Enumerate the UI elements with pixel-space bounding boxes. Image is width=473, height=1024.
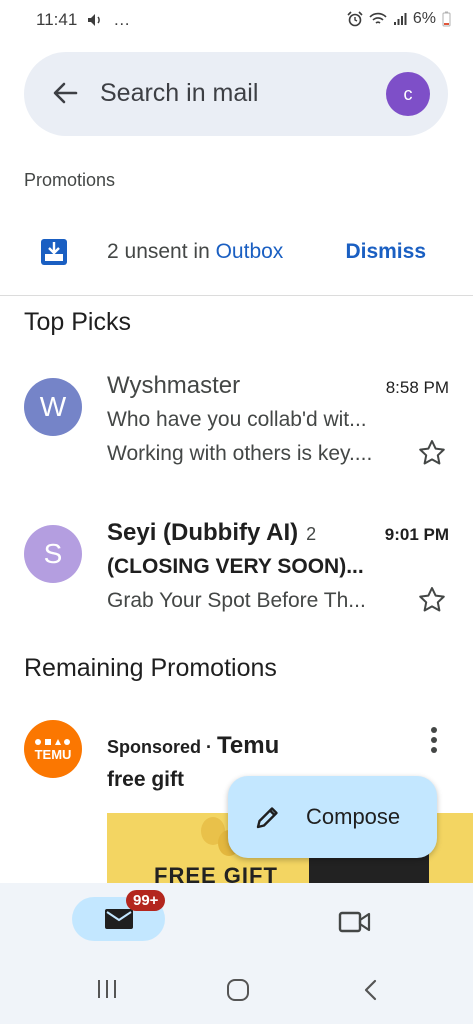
email-list-item[interactable]: S Seyi (Dubbify AI) 2 9:01 PM (CLOSING VE…	[0, 513, 473, 623]
signal-icon	[393, 13, 407, 25]
email-snippet: Working with others is key....	[107, 442, 373, 465]
pencil-icon	[256, 807, 278, 829]
email-sender: Wyshmaster	[107, 372, 241, 399]
email-subject: (CLOSING VERY SOON)...	[107, 555, 364, 578]
outbox-icon	[41, 239, 67, 265]
recent-apps-icon[interactable]	[95, 978, 119, 1000]
ad-brand: Temu	[217, 732, 280, 759]
email-subject: Who have you collab'd wit...	[107, 408, 367, 431]
back-icon[interactable]	[361, 978, 381, 1002]
volume-icon	[88, 14, 101, 26]
battery-icon	[442, 11, 451, 27]
email-sender: Seyi (Dubbify AI) 2	[107, 519, 316, 547]
ad-header: Sponsored · Temu	[107, 732, 279, 760]
alarm-icon	[347, 11, 363, 27]
search-bar[interactable]: Search in mail c	[24, 52, 448, 136]
sender-avatar: W	[24, 378, 82, 436]
star-icon[interactable]	[417, 438, 447, 468]
nav-mail-tab[interactable]: 99+	[72, 890, 166, 941]
thread-count: 2	[306, 524, 317, 544]
temu-logo-glyphs-icon	[35, 738, 70, 745]
battery-percent: 6%	[412, 10, 436, 27]
more-options-icon[interactable]	[429, 726, 439, 754]
email-time: 9:01 PM	[384, 525, 449, 544]
status-time: 11:41	[36, 10, 78, 29]
divider	[0, 295, 473, 296]
email-snippet: Grab Your Spot Before Th...	[107, 589, 366, 612]
star-icon[interactable]	[417, 585, 447, 615]
email-list-item[interactable]: W Wyshmaster 8:58 PM Who have you collab…	[0, 366, 473, 476]
status-more-dots: …	[113, 10, 131, 29]
bottom-nav: 99+	[0, 883, 473, 1024]
system-nav-bar	[0, 968, 473, 1008]
ad-separator: ·	[201, 737, 218, 757]
wifi-icon	[369, 12, 387, 24]
compose-label: Compose	[306, 804, 401, 829]
email-time: 8:58 PM	[385, 378, 449, 397]
status-right: 6%	[347, 10, 451, 28]
dismiss-button[interactable]: Dismiss	[345, 240, 426, 264]
status-left: 11:41 …	[36, 10, 130, 30]
group-header-top-picks: Top Picks	[24, 308, 131, 336]
sponsored-label: Sponsored	[107, 737, 202, 757]
mail-icon	[105, 909, 133, 929]
group-header-remaining: Remaining Promotions	[24, 654, 277, 682]
label-title: Promotions	[24, 170, 116, 190]
outbox-count-text: 2 unsent in	[107, 240, 216, 263]
home-icon[interactable]	[226, 978, 250, 1002]
video-icon[interactable]	[338, 911, 372, 933]
compose-button[interactable]: Compose	[228, 776, 437, 858]
back-arrow-icon[interactable]	[50, 78, 80, 108]
outbox-link[interactable]: Outbox	[216, 240, 284, 263]
temu-logo: TEMU	[24, 720, 82, 778]
sender-avatar: S	[24, 525, 82, 583]
outbox-text: 2 unsent in Outbox	[107, 240, 283, 264]
account-avatar[interactable]: c	[386, 72, 430, 116]
temu-logo-text: TEMU	[34, 746, 72, 762]
email-sender-name: Seyi (Dubbify AI)	[107, 519, 299, 546]
outbox-banner: 2 unsent in Outbox Dismiss	[0, 222, 473, 284]
search-input[interactable]: Search in mail	[100, 79, 258, 108]
ad-subject: free gift	[107, 768, 185, 791]
unread-badge: 99+	[126, 890, 166, 911]
status-bar: 11:41 … 6%	[0, 0, 473, 40]
